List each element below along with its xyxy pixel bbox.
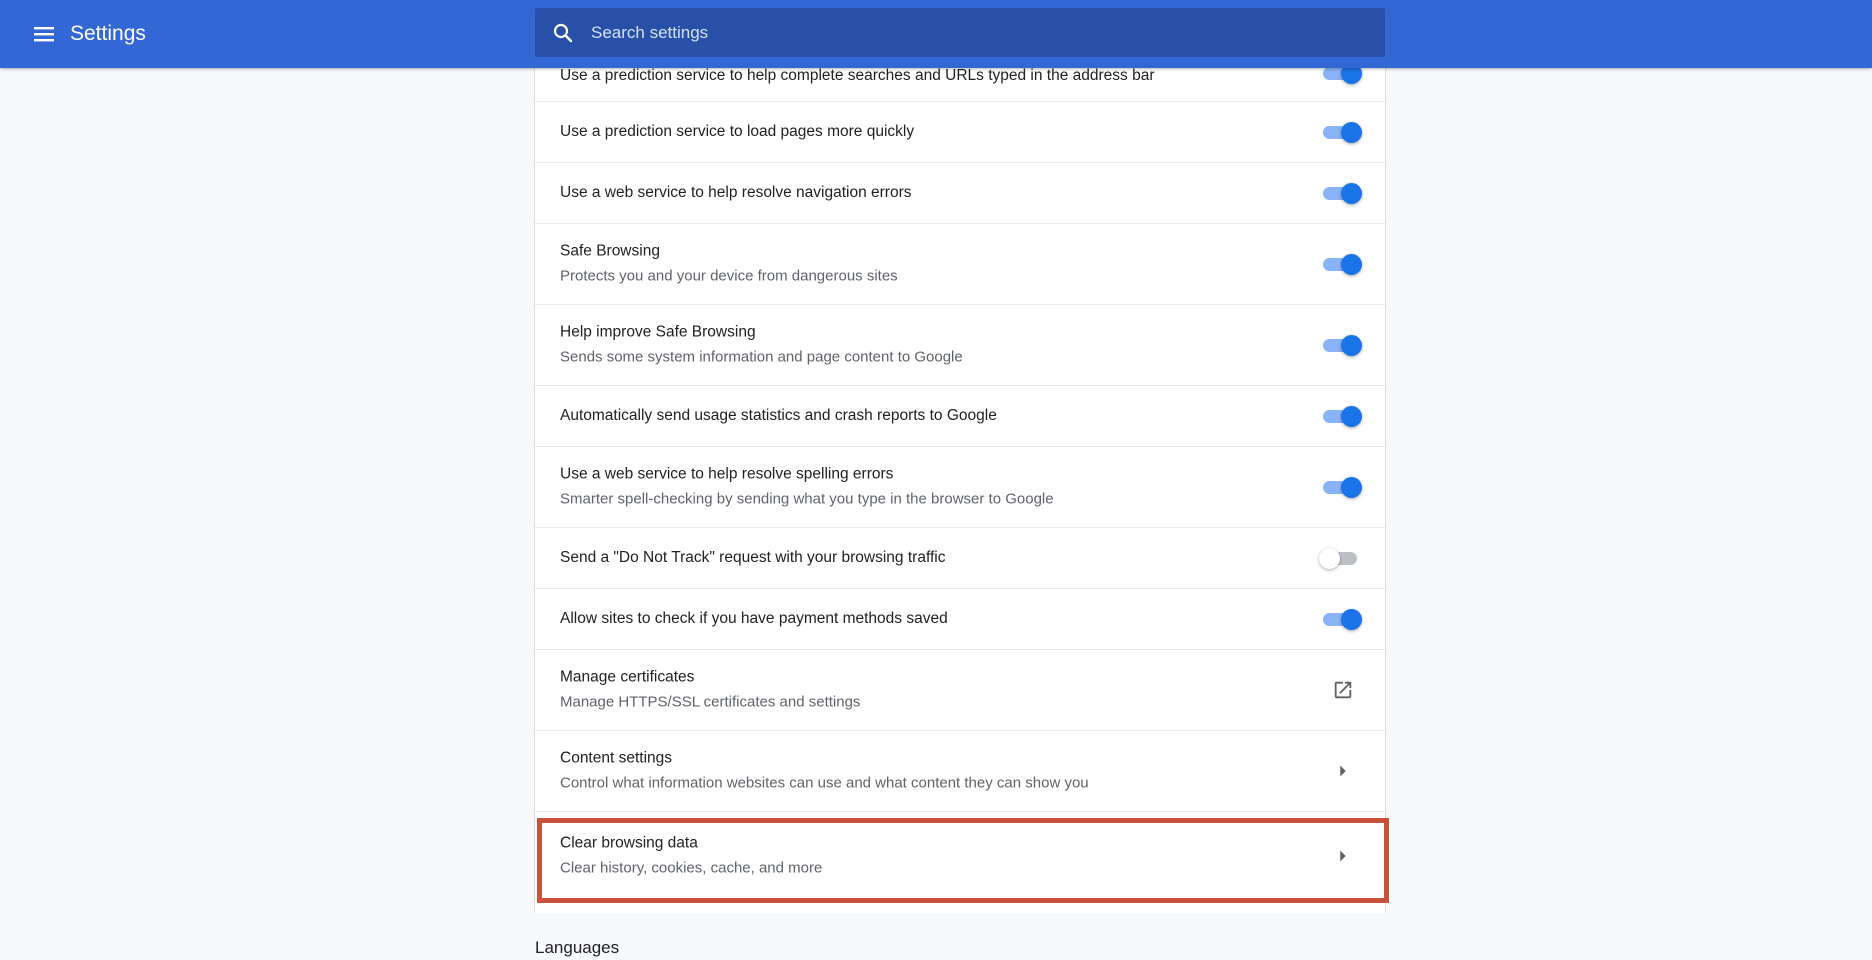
setting-subtitle: Clear history, cookies, cache, and more xyxy=(560,859,823,877)
setting-row-clear-browsing-data[interactable]: Clear browsing data Clear history, cooki… xyxy=(535,812,1385,900)
toggle-knob xyxy=(1341,335,1362,356)
setting-title: Use a prediction service to help complet… xyxy=(560,67,1155,84)
setting-subtitle: Manage HTTPS/SSL certificates and settin… xyxy=(560,693,861,711)
improve-safe-browsing-toggle[interactable] xyxy=(1319,334,1362,356)
privacy-settings-card: Use a prediction service to help complet… xyxy=(534,40,1386,913)
page-prediction-toggle[interactable] xyxy=(1319,121,1362,143)
chevron-right-icon xyxy=(1340,850,1346,862)
chevron-right-icon xyxy=(1340,765,1346,777)
setting-subtitle: Control what information websites can us… xyxy=(560,774,1089,792)
menu-button[interactable] xyxy=(24,14,64,54)
toggle-knob xyxy=(1319,548,1340,569)
setting-title: Allow sites to check if you have payment… xyxy=(560,610,948,627)
setting-title: Automatically send usage statistics and … xyxy=(560,407,997,424)
toggle-knob xyxy=(1341,609,1362,630)
search-input[interactable] xyxy=(591,8,1361,57)
setting-row-payment-methods[interactable]: Allow sites to check if you have payment… xyxy=(535,589,1385,650)
setting-subtitle: Sends some system information and page c… xyxy=(560,348,963,366)
page-title: Settings xyxy=(70,22,146,45)
setting-subtitle: Smarter spell-checking by sending what y… xyxy=(560,490,1054,508)
search-box[interactable] xyxy=(535,8,1385,57)
setting-row-usage-statistics[interactable]: Automatically send usage statistics and … xyxy=(535,386,1385,447)
setting-row-improve-safe-browsing[interactable]: Help improve Safe Browsing Sends some sy… xyxy=(535,305,1385,386)
setting-row-page-prediction[interactable]: Use a prediction service to load pages m… xyxy=(535,102,1385,163)
setting-row-manage-certificates[interactable]: Manage certificates Manage HTTPS/SSL cer… xyxy=(535,650,1385,731)
search-icon xyxy=(553,23,573,43)
setting-title: Use a web service to help resolve spelli… xyxy=(560,465,894,483)
toggle-knob xyxy=(1341,477,1362,498)
toggle-knob xyxy=(1341,122,1362,143)
setting-title: Clear browsing data xyxy=(560,834,698,852)
hamburger-menu-icon xyxy=(34,27,54,42)
setting-title: Manage certificates xyxy=(560,668,695,686)
navigation-errors-toggle[interactable] xyxy=(1319,182,1362,204)
setting-row-navigation-errors[interactable]: Use a web service to help resolve naviga… xyxy=(535,163,1385,224)
setting-row-do-not-track[interactable]: Send a "Do Not Track" request with your … xyxy=(535,528,1385,589)
setting-title: Content settings xyxy=(560,749,673,767)
setting-title: Help improve Safe Browsing xyxy=(560,323,756,341)
setting-title: Use a web service to help resolve naviga… xyxy=(560,184,912,201)
open-in-new-icon[interactable] xyxy=(1332,679,1354,701)
toggle-knob xyxy=(1341,406,1362,427)
top-app-bar: Settings xyxy=(0,0,1872,68)
setting-subtitle: Protects you and your device from danger… xyxy=(560,267,898,285)
setting-row-content-settings[interactable]: Content settings Control what informatio… xyxy=(535,731,1385,812)
setting-title: Use a prediction service to load pages m… xyxy=(560,123,915,140)
setting-title: Safe Browsing xyxy=(560,242,660,260)
usage-statistics-toggle[interactable] xyxy=(1319,405,1362,427)
section-heading-languages: Languages xyxy=(535,938,620,957)
toggle-knob xyxy=(1341,183,1362,204)
setting-row-spelling-errors[interactable]: Use a web service to help resolve spelli… xyxy=(535,447,1385,528)
toggle-knob xyxy=(1341,254,1362,275)
payment-methods-toggle[interactable] xyxy=(1319,608,1362,630)
do-not-track-toggle[interactable] xyxy=(1319,547,1361,569)
setting-row-safe-browsing[interactable]: Safe Browsing Protects you and your devi… xyxy=(535,224,1385,305)
spelling-errors-toggle[interactable] xyxy=(1319,476,1362,498)
safe-browsing-toggle[interactable] xyxy=(1319,253,1362,275)
setting-title: Send a "Do Not Track" request with your … xyxy=(560,549,946,566)
